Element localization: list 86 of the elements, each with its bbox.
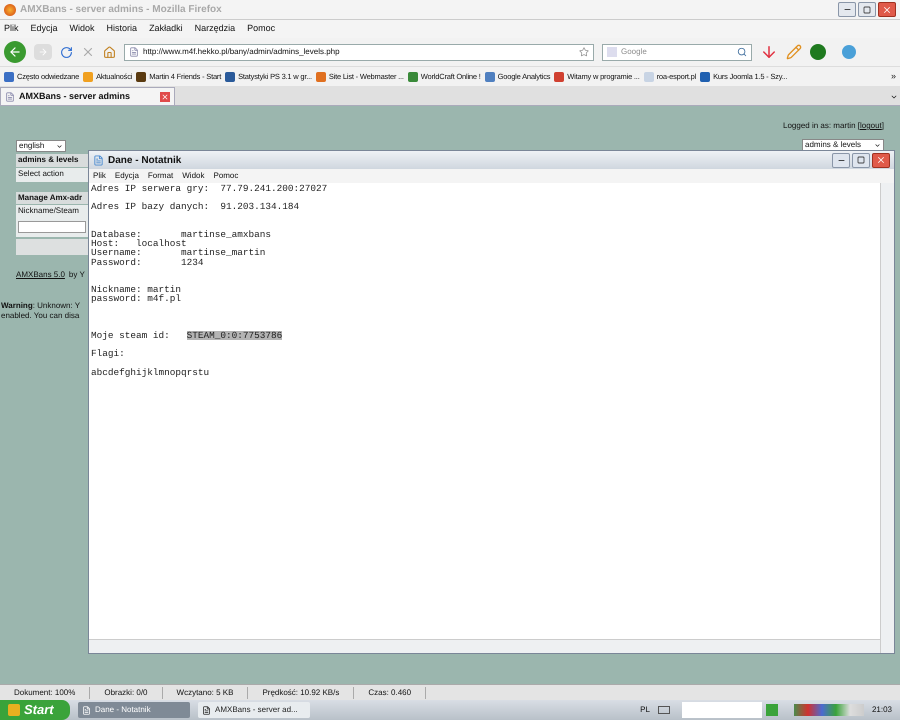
language-indicator[interactable]: PL bbox=[640, 704, 650, 716]
text-line: Password: 1234 bbox=[91, 258, 204, 267]
close-icon bbox=[161, 92, 169, 100]
taskbar-task[interactable]: Dane - Notatnik bbox=[78, 702, 190, 718]
menu-item[interactable]: Zakładki bbox=[149, 22, 183, 36]
status-text: Dokument: 100% bbox=[0, 686, 90, 698]
maximize-button[interactable] bbox=[852, 152, 870, 168]
bookmarks-overflow[interactable]: » bbox=[890, 70, 896, 84]
text-line: Username: martinse_martin bbox=[91, 248, 266, 258]
address-bar[interactable]: http://www.m4f.hekko.pl/bany/admin/admins_levels.php bbox=[124, 44, 594, 60]
stop-icon[interactable] bbox=[81, 45, 95, 59]
maximize-icon bbox=[857, 156, 865, 164]
sidebar-header: admins & levels bbox=[16, 154, 88, 167]
close-tab-button[interactable] bbox=[160, 92, 170, 102]
page-icon bbox=[129, 47, 139, 57]
status-text: Prędkość: 10.92 KB/s bbox=[248, 686, 354, 698]
menu-item[interactable]: Plik bbox=[4, 22, 19, 36]
text-line: Flagi: bbox=[91, 349, 125, 359]
notepad-pencil-icon[interactable] bbox=[786, 44, 802, 60]
menu-item[interactable]: Historia bbox=[106, 22, 138, 36]
logout-link[interactable]: logout bbox=[860, 120, 882, 132]
text-line: Adres IP bazy danych: 91.203.134.184 bbox=[91, 202, 300, 212]
section-select[interactable]: admins & levels bbox=[802, 139, 884, 151]
login-text: Logged in as: martin [ bbox=[783, 120, 860, 132]
maximize-icon bbox=[863, 6, 871, 14]
arrow-down-icon[interactable] bbox=[760, 43, 778, 61]
text-line: abcdefghijklmnopqrstu bbox=[91, 368, 210, 377]
text-line: Database: martinse_amxbans bbox=[91, 230, 272, 240]
app-icon bbox=[82, 706, 91, 714]
search-field[interactable]: Google bbox=[621, 46, 733, 58]
footer-text: by Y bbox=[68, 269, 85, 281]
menu-item[interactable]: Widok bbox=[182, 170, 204, 182]
field-label: Nickname/Steam bbox=[16, 205, 88, 217]
text-line: Nickname: martin bbox=[91, 285, 182, 294]
language-select[interactable]: english bbox=[16, 140, 66, 152]
menu-item[interactable]: Widok bbox=[70, 22, 95, 36]
menu-item[interactable]: Pomoc bbox=[213, 170, 238, 182]
url-text: http://www.m4f.hekko.pl/bany/admin/admins_levels.php bbox=[143, 46, 341, 58]
status-text: Czas: 0.460 bbox=[354, 686, 426, 698]
warning-text: Warning: Unknown: Y bbox=[1, 301, 82, 311]
clock: 21:03 bbox=[870, 704, 893, 716]
maximize-button[interactable] bbox=[858, 2, 876, 17]
text-line: Moje steam id: bbox=[91, 331, 171, 340]
warning-text: enabled. You can disa bbox=[1, 311, 80, 321]
section-header: Manage Amx-adr bbox=[16, 192, 88, 204]
menu-item[interactable]: Plik bbox=[93, 170, 106, 182]
notepad-title: Dane - Notatnik bbox=[108, 154, 182, 168]
menu-item[interactable]: Format bbox=[148, 170, 174, 182]
caret-icon bbox=[874, 142, 881, 148]
minimize-button[interactable] bbox=[832, 152, 850, 168]
taskbar-task[interactable]: AMXBans - server ad... bbox=[198, 702, 310, 718]
close-button[interactable] bbox=[878, 2, 896, 17]
caret-icon bbox=[56, 142, 63, 150]
menu-item[interactable]: Pomoc bbox=[247, 22, 276, 36]
caret-icon bbox=[890, 93, 898, 101]
home-icon[interactable] bbox=[103, 46, 116, 58]
close-icon bbox=[876, 155, 886, 165]
browser-tab[interactable]: AMXBans - server admins bbox=[0, 87, 175, 105]
nickname-input[interactable] bbox=[18, 221, 86, 233]
text-line: password: m4f.pl bbox=[91, 294, 182, 304]
close-icon bbox=[882, 4, 892, 14]
vertical-scrollbar[interactable] bbox=[880, 183, 894, 653]
horizontal-scrollbar[interactable] bbox=[89, 639, 880, 653]
app-icon bbox=[202, 706, 211, 714]
window-title: AMXBans - server admins - Mozilla Firefox bbox=[20, 3, 223, 17]
menu-item[interactable]: Edycja bbox=[114, 170, 139, 182]
back-button[interactable] bbox=[4, 41, 26, 63]
sidebar-item[interactable]: Select action bbox=[16, 168, 88, 182]
tab-label: AMXBans - server admins bbox=[19, 90, 132, 103]
page-icon bbox=[5, 92, 15, 102]
selected-text: STEAM_0:0:7753786 bbox=[186, 331, 282, 340]
minimize-button[interactable] bbox=[838, 2, 856, 17]
menu-item[interactable]: Narzędzia bbox=[194, 22, 236, 36]
notepad-icon bbox=[93, 154, 104, 166]
status-text: Obrazki: 0/0 bbox=[90, 686, 163, 698]
search-bar[interactable]: Google bbox=[602, 44, 752, 60]
login-bracket: ] bbox=[882, 120, 884, 132]
status-text: Wczytano: 5 KB bbox=[162, 686, 248, 698]
menu-item[interactable]: Edycja bbox=[30, 22, 58, 36]
text-line: Host: localhost bbox=[91, 239, 187, 248]
reload-icon[interactable] bbox=[60, 46, 73, 58]
text-line: Adres IP serwera gry: 77.79.241.200:27027 bbox=[91, 184, 328, 194]
close-button[interactable] bbox=[872, 152, 890, 168]
search-icon[interactable] bbox=[737, 47, 747, 57]
star-icon[interactable] bbox=[579, 47, 589, 57]
amxbans-link[interactable]: AMXBans 5.0 bbox=[16, 269, 65, 281]
